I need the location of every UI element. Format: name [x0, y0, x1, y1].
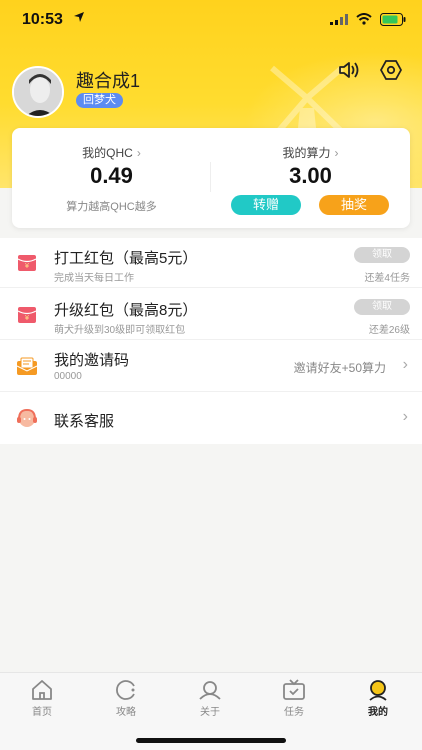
invite-title: 我的邀请码: [54, 352, 130, 369]
chevron-right-icon: ›: [136, 146, 141, 160]
upgrade-packet-hint: 还差26级: [368, 325, 410, 336]
chevron-right-icon: ›: [334, 146, 339, 160]
svg-text:¥: ¥: [25, 262, 30, 270]
customer-service-title: 联系客服: [54, 413, 115, 430]
tab-about[interactable]: 关于: [168, 679, 252, 723]
username: 趣合成1: [76, 71, 141, 91]
tab-label: 任务: [284, 707, 304, 718]
invite-code-row[interactable]: 我的邀请码 00000 邀请好友+50算力 ›: [0, 342, 422, 392]
upgrade-packet-title: 升级红包（最高8元）: [54, 302, 198, 319]
qhc-value: 0.49: [90, 163, 133, 188]
tab-label: 关于: [200, 707, 220, 718]
qhc-title: 我的QHC: [82, 146, 133, 160]
work-red-packet-row[interactable]: ¥ 打工红包（最高5元） 完成当天每日工作 领取 还差4任务: [0, 238, 422, 288]
location-arrow-icon: [74, 12, 84, 22]
work-packet-subtitle: 完成当天每日工作: [54, 273, 134, 284]
tab-profile[interactable]: 我的: [336, 679, 420, 723]
task-icon: [283, 679, 305, 700]
invite-reward-text: 邀请好友+50算力: [293, 361, 386, 375]
work-packet-hint: 还差4任务: [364, 273, 410, 284]
chevron-right-icon: ›: [402, 408, 408, 425]
tab-guide[interactable]: 攻略: [84, 679, 168, 723]
settings-icon[interactable]: [380, 60, 402, 80]
status-time: 10:53: [22, 11, 63, 28]
level-badge: 回梦犬: [76, 93, 123, 108]
tab-label: 首页: [32, 707, 52, 718]
status-bar: 10:53: [0, 0, 422, 40]
customer-service-row[interactable]: 联系客服 ›: [0, 394, 422, 444]
svg-text:¥: ¥: [25, 314, 30, 322]
upgrade-packet-subtitle: 萌犬升级到30级即可领取红包: [54, 325, 186, 336]
tab-task[interactable]: 任务: [252, 679, 336, 723]
work-packet-title: 打工红包（最高5元）: [54, 250, 198, 267]
invite-envelope-icon: [16, 357, 38, 375]
power-section[interactable]: 我的算力 › 3.00 转赠 抽奖: [211, 128, 410, 228]
red-packet-icon: ¥: [17, 307, 37, 323]
chevron-right-icon: ›: [402, 356, 408, 373]
guide-icon: [116, 680, 135, 700]
profile-icon: [369, 680, 387, 701]
cellular-signal-icon: [330, 14, 348, 25]
power-title: 我的算力: [282, 146, 331, 160]
menu-list: ¥ 打工红包（最高5元） 完成当天每日工作 领取 还差4任务 ¥ 升级红包（最高…: [0, 238, 422, 444]
invite-code: 00000: [54, 371, 82, 382]
home-indicator[interactable]: [136, 738, 286, 743]
transfer-button[interactable]: 转赠: [231, 195, 301, 215]
tab-label: 我的: [368, 707, 388, 718]
red-packet-icon: ¥: [17, 255, 37, 271]
upgrade-red-packet-row[interactable]: ¥ 升级红包（最高8元） 萌犬升级到30级即可领取红包 领取 还差26级: [0, 290, 422, 340]
speaker-icon[interactable]: [338, 60, 360, 80]
home-icon: [32, 680, 52, 700]
tab-label: 攻略: [116, 707, 136, 718]
claim-button[interactable]: 领取: [354, 247, 410, 263]
stats-card: 我的QHC › 0.49 算力越高QHC越多 我的算力 › 3.00 转赠 抽奖: [12, 128, 410, 228]
lottery-button[interactable]: 抽奖: [319, 195, 389, 215]
avatar[interactable]: [12, 66, 64, 118]
power-value: 3.00: [289, 163, 332, 188]
customer-service-icon: [17, 408, 37, 427]
battery-icon: [380, 13, 406, 26]
about-icon: [199, 681, 221, 700]
qhc-section[interactable]: 我的QHC › 0.49 算力越高QHC越多: [12, 128, 211, 228]
qhc-note: 算力越高QHC越多: [66, 201, 157, 213]
wifi-icon: [356, 13, 372, 25]
claim-button[interactable]: 领取: [354, 299, 410, 315]
tab-home[interactable]: 首页: [0, 679, 84, 723]
